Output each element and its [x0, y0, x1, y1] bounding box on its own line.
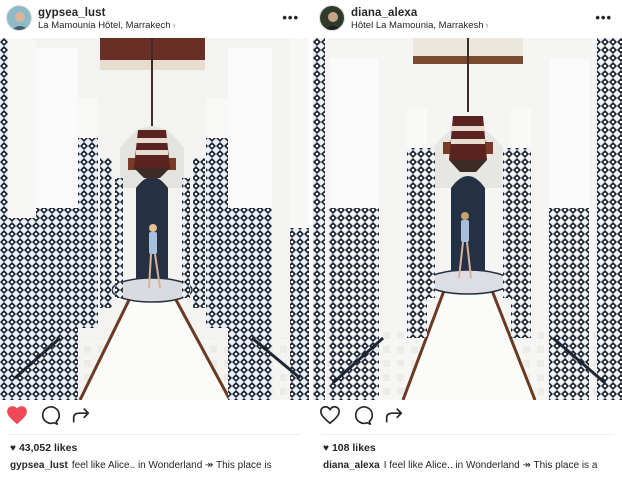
- post-actions: [313, 404, 622, 432]
- divider: [321, 434, 614, 435]
- username[interactable]: diana_alexa: [351, 7, 417, 19]
- avatar[interactable]: [6, 5, 32, 31]
- location-text: Hôtel La Mamounia, Marrakesh: [351, 20, 484, 31]
- post-photo[interactable]: [0, 38, 309, 400]
- like-count[interactable]: ♥ 108 likes: [323, 442, 376, 454]
- more-options-button[interactable]: •••: [282, 10, 299, 25]
- location-link[interactable]: Hôtel La Mamounia, Marrakesh ›: [351, 20, 489, 31]
- like-button[interactable]: [6, 404, 30, 428]
- more-options-button[interactable]: •••: [595, 10, 612, 25]
- caption-username[interactable]: gypsea_lust: [10, 460, 68, 471]
- username[interactable]: gypsea_lust: [38, 7, 106, 19]
- share-icon: [72, 407, 90, 423]
- chevron-right-icon: ›: [485, 20, 489, 31]
- post-actions: [0, 404, 309, 432]
- heart-icon: [7, 406, 27, 425]
- caption-text: I feel like Alice.. in Wonderland ↠ This…: [383, 460, 598, 471]
- comment-button[interactable]: [38, 404, 62, 428]
- post-photo[interactable]: [313, 38, 622, 400]
- comment-icon: [354, 406, 373, 425]
- location-link[interactable]: La Mamounia Hôtel, Marrakech ›: [38, 20, 176, 31]
- like-count[interactable]: ♥ 43,052 likes: [10, 442, 77, 454]
- likes-text: 43,052 likes: [18, 442, 78, 454]
- share-button[interactable]: [383, 404, 407, 428]
- heart-small-icon: ♥: [323, 443, 329, 454]
- post-card-1: gypsea_lust La Mamounia Hôtel, Marrakech…: [0, 0, 309, 482]
- location-text: La Mamounia Hôtel, Marrakech: [38, 20, 171, 31]
- caption-username[interactable]: diana_alexa: [323, 460, 380, 471]
- post-header: gypsea_lust La Mamounia Hôtel, Marrakech…: [0, 0, 309, 38]
- heart-small-icon: ♥: [10, 443, 16, 454]
- comment-icon: [41, 406, 60, 425]
- comment-button[interactable]: [351, 404, 375, 428]
- divider: [8, 434, 301, 435]
- heart-icon: [320, 405, 340, 425]
- post-card-2: diana_alexa Hôtel La Mamounia, Marrakesh…: [313, 0, 622, 482]
- like-button[interactable]: [319, 404, 343, 428]
- share-button[interactable]: [70, 404, 94, 428]
- post-header: diana_alexa Hôtel La Mamounia, Marrakesh…: [313, 0, 622, 38]
- avatar[interactable]: [319, 5, 345, 31]
- caption-text: feel like Alice.. in Wonderland ↠ This p…: [71, 460, 272, 471]
- chevron-right-icon: ›: [172, 20, 176, 31]
- share-icon: [385, 407, 403, 423]
- likes-text: 108 likes: [331, 442, 376, 454]
- caption: diana_alexa I feel like Alice.. in Wonder…: [323, 460, 618, 471]
- caption: gypsea_lust feel like Alice.. in Wonderla…: [10, 460, 305, 471]
